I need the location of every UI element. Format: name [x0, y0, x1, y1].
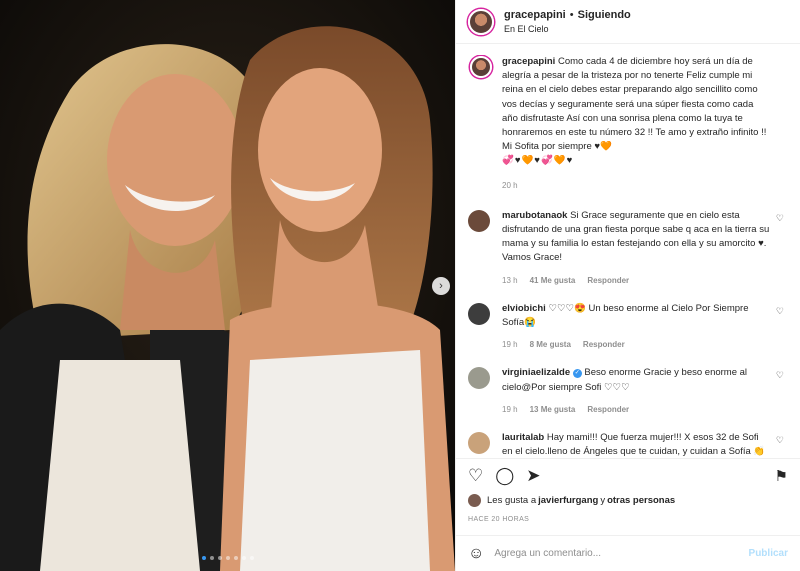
carousel-dot: [241, 556, 246, 560]
comment-likes[interactable]: 8 Me gusta: [530, 338, 571, 352]
comment: marubotanaok Si Grace seguramente que en…: [468, 209, 786, 288]
location-link[interactable]: En El Cielo: [504, 24, 631, 34]
save-bookmark-icon[interactable]: ⚑: [775, 467, 788, 485]
comment: virginiaelizalde ✓ Beso enorme Gracie y …: [468, 366, 786, 417]
heart-icon[interactable]: ♡: [776, 435, 784, 446]
comment-body: marubotanaok Si Grace seguramente que en…: [502, 209, 770, 288]
caption-username[interactable]: gracepapini: [502, 56, 555, 67]
share-icon[interactable]: ➤: [526, 466, 540, 486]
avatar[interactable]: [470, 56, 492, 78]
comment-username[interactable]: marubotanaok: [502, 210, 567, 221]
like-icon[interactable]: ♡: [468, 466, 483, 486]
comment: lauritalab Hay mami!!! Que fuerza mujer!…: [468, 431, 786, 456]
caption: gracepapini Como cada 4 de diciembre hoy…: [468, 55, 786, 193]
carousel-next-button[interactable]: ›: [432, 277, 450, 295]
carousel-dot: [233, 556, 238, 560]
carousel-indicator: [0, 556, 455, 560]
separator-dot: •: [569, 9, 574, 21]
avatar[interactable]: [468, 302, 490, 325]
add-comment-bar: ☺ Publicar: [456, 535, 800, 571]
avatar[interactable]: [468, 8, 494, 35]
comment-time: 19 h: [502, 340, 518, 350]
author-username[interactable]: gracepapini: [504, 9, 566, 21]
likes-prefix: Les gusta a: [487, 495, 537, 506]
avatar: [468, 494, 481, 507]
caption-time: 20 h: [502, 180, 518, 190]
carousel-dot: [217, 556, 222, 560]
comment-time: 13 h: [502, 275, 518, 285]
comment-meta: 19 h 8 Me gusta Responder: [502, 338, 770, 352]
comment-meta: 13 h 41 Me gusta Responder: [502, 274, 770, 288]
post-timestamp: HACE 20 HORAS: [468, 516, 530, 523]
comment-input[interactable]: [494, 548, 749, 559]
comment-username[interactable]: virginiaelizalde: [502, 367, 570, 378]
header-line: gracepapini • Siguiendo: [504, 9, 631, 21]
comment-icon[interactable]: ◯: [495, 466, 514, 486]
comment-body: elviobichi ♡♡♡😍 Un beso enorme al Cielo …: [502, 302, 770, 353]
likes-others[interactable]: otras personas: [607, 495, 675, 506]
emoji-icon[interactable]: ☺: [468, 545, 484, 563]
comment-username[interactable]: elviobichi: [502, 303, 546, 314]
heart-icon[interactable]: ♡: [776, 370, 784, 381]
header-text: gracepapini • Siguiendo En El Cielo: [504, 9, 631, 34]
carousel-dot: [249, 556, 254, 560]
likes-and: y: [600, 495, 606, 506]
caption-body: gracepapini Como cada 4 de diciembre hoy…: [502, 55, 770, 193]
comment-time: 19 h: [502, 404, 518, 414]
avatar[interactable]: [468, 432, 490, 455]
carousel-dot: [225, 556, 230, 560]
likes-user[interactable]: javierfurgang: [538, 495, 598, 506]
comment-body: lauritalab Hay mami!!! Que fuerza mujer!…: [502, 431, 770, 456]
caption-meta: 20 h: [502, 179, 770, 193]
carousel-dot: [201, 556, 206, 560]
comment-likes[interactable]: 41 Me gusta: [530, 274, 576, 288]
reply-button[interactable]: Responder: [583, 338, 625, 352]
caption-text: Como cada 4 de diciembre hoy será un día…: [502, 56, 767, 153]
heart-icon[interactable]: ♡: [776, 306, 784, 317]
instagram-post: › gracepapini • Siguiendo En El Cielo gr…: [0, 0, 800, 571]
verified-badge-icon: ✓: [572, 369, 582, 379]
post-photo[interactable]: ›: [0, 0, 455, 571]
caption-emoji-line: 💞♥🧡♥💞🧡♥: [502, 155, 574, 167]
comment-username[interactable]: lauritalab: [502, 432, 544, 443]
reply-button[interactable]: Responder: [587, 274, 629, 288]
comment-body: virginiaelizalde ✓ Beso enorme Gracie y …: [502, 366, 770, 417]
comment: elviobichi ♡♡♡😍 Un beso enorme al Cielo …: [468, 302, 786, 353]
carousel-dot: [209, 556, 214, 560]
following-button[interactable]: Siguiendo: [578, 9, 631, 21]
comments-list[interactable]: gracepapini Como cada 4 de diciembre hoy…: [456, 55, 800, 456]
action-bar: ♡ ◯ ➤ ⚑: [456, 458, 800, 492]
heart-icon[interactable]: ♡: [776, 213, 784, 224]
reply-button[interactable]: Responder: [587, 403, 629, 417]
chevron-right-icon: ›: [439, 280, 443, 292]
comment-likes[interactable]: 13 Me gusta: [530, 403, 576, 417]
publish-button[interactable]: Publicar: [749, 548, 788, 559]
avatar[interactable]: [468, 367, 490, 390]
photo-illustration: [0, 0, 455, 571]
avatar[interactable]: [468, 209, 490, 232]
likes-summary: Les gusta a javierfurgang y otras person…: [468, 494, 675, 507]
post-details-panel: gracepapini • Siguiendo En El Cielo grac…: [455, 0, 800, 571]
post-header: gracepapini • Siguiendo En El Cielo: [456, 0, 800, 44]
comment-meta: 19 h 13 Me gusta Responder: [502, 403, 770, 417]
